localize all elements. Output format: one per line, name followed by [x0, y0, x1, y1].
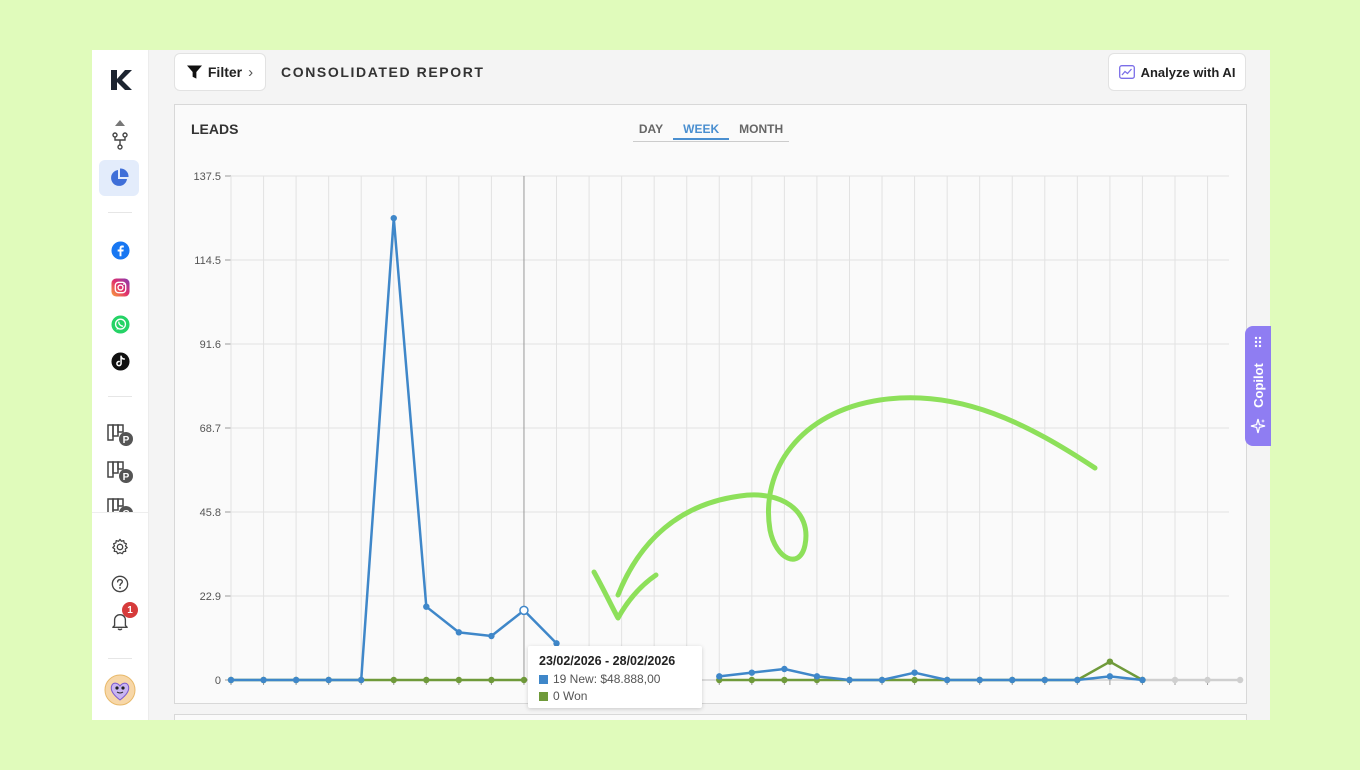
legend-swatch-new — [539, 674, 548, 684]
sparkle-icon — [1250, 418, 1266, 434]
copilot-label: Copilot — [1250, 362, 1266, 408]
tooltip-date-range: 23/02/2026 - 28/02/2026 — [539, 654, 676, 668]
tooltip-row-new: 19 New: $48.888,00 — [539, 672, 660, 686]
tooltip-won-value: 0 Won — [553, 689, 588, 703]
chart-tooltip: 23/02/2026 - 28/02/2026 19 New: $48.888,… — [528, 646, 702, 708]
tooltip-row-won: 0 Won — [539, 689, 587, 703]
tooltip-new-value: 19 New: $48.888,00 — [553, 672, 661, 686]
drag-handle-icon[interactable] — [1254, 336, 1262, 348]
copilot-label-wrap: Copilot — [1245, 354, 1271, 416]
legend-swatch-won — [539, 691, 548, 701]
copilot-tab[interactable]: Copilot — [1245, 326, 1271, 446]
